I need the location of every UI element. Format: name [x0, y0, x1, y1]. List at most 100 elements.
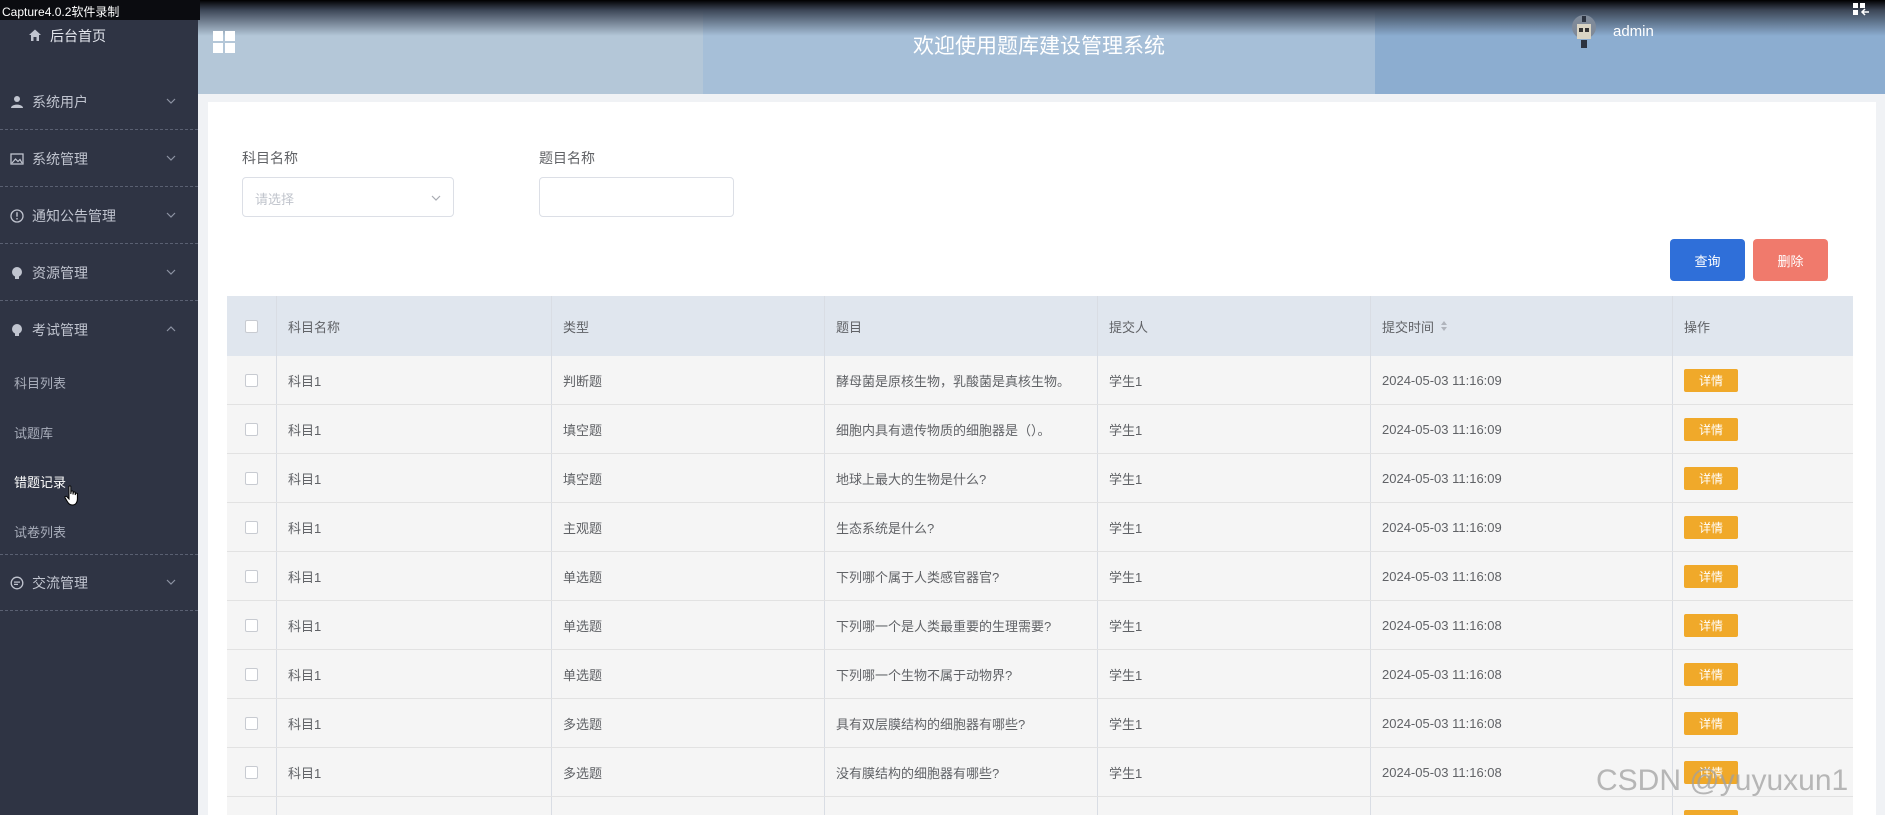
table-row: 科目1 多选题 具有双层膜结构的细胞器有哪些? 学生1 2024-05-03 11:16… [227, 699, 1853, 748]
fullscreen-exit-icon[interactable] [1851, 2, 1873, 18]
table-cell-question: 下列哪一个生物不属于动物界? [825, 650, 1098, 698]
row-checkbox[interactable] [245, 471, 258, 485]
row-checkbox[interactable] [245, 422, 258, 436]
chat-icon [9, 575, 25, 591]
table-cell-subject: 科目1 [277, 503, 552, 551]
avatar[interactable] [1568, 14, 1600, 50]
table-cell-question: 猫是哺乳动物吗? [825, 797, 1098, 815]
subject-label: 科目名称 [242, 150, 298, 166]
table-cell-submitter: 学生1 [1098, 356, 1371, 404]
table-cell-submitter: 学生1 [1098, 454, 1371, 502]
row-checkbox[interactable] [245, 667, 258, 681]
sidebar-home-label: 后台首页 [50, 28, 106, 44]
table-cell-subject: 科目1 [277, 650, 552, 698]
subject-select-placeholder: 请选择 [255, 192, 295, 207]
detail-button[interactable]: 详情 [1684, 515, 1738, 539]
sort-icon[interactable] [1440, 320, 1448, 332]
detail-button[interactable]: 详情 [1684, 662, 1738, 686]
chevron-down-icon [166, 98, 176, 104]
table-row: 科目1 主观题 生态系统是什么? 学生1 2024-05-03 11:16:09 详情 [227, 503, 1853, 552]
detail-button[interactable]: 详情 [1684, 466, 1738, 490]
row-checkbox[interactable] [245, 569, 258, 583]
table-cell-type: 填空题 [552, 405, 825, 453]
sidebar-item-label: 系统用户 [32, 93, 88, 110]
table-cell-submitter: 学生1 [1098, 503, 1371, 551]
bulb-icon [9, 322, 25, 338]
table-cell-submitter: 学生1 [1098, 748, 1371, 796]
table-cell-subject: 科目1 [277, 797, 552, 815]
query-button[interactable]: 查询 [1670, 239, 1745, 281]
row-checkbox[interactable] [245, 520, 258, 534]
sidebar-subitem-subject-list[interactable]: 科目列表 [14, 373, 66, 392]
detail-button[interactable]: 详情 [1684, 613, 1738, 637]
delete-button[interactable]: 删除 [1753, 239, 1828, 281]
table-cell-submitter: 学生1 [1098, 601, 1371, 649]
sidebar-item-label: 考试管理 [32, 322, 88, 338]
table-cell-type: 单选题 [552, 601, 825, 649]
sidebar-subitem-paper-list[interactable]: 试卷列表 [14, 522, 66, 541]
sidebar-item-system-management[interactable]: 系统管理 [0, 131, 198, 187]
watermark: CSDN @yuyuxun1 [1596, 764, 1849, 797]
table-cell-question: 酵母菌是原核生物，乳酸菌是真核生物。 [825, 356, 1098, 404]
sidebar-item-label: 交流管理 [32, 574, 88, 591]
table-row: 科目1 单选题 下列哪一个是人类最重要的生理需要? 学生1 2024-05-03 11:… [227, 601, 1853, 650]
row-checkbox[interactable] [245, 716, 258, 730]
table-cell-time: 2024-05-03 11:16:08 [1371, 650, 1673, 698]
detail-button[interactable]: 详情 [1684, 368, 1738, 392]
table-cell-time: 2024-05-03 11:16:08 [1371, 797, 1673, 815]
column-header: 操作 [1684, 319, 1711, 335]
sidebar-item-resource-management[interactable]: 资源管理 [0, 245, 198, 301]
chevron-down-icon [166, 155, 176, 161]
subject-select[interactable]: 请选择 [242, 177, 454, 217]
table-cell-type: 判断题 [552, 797, 825, 815]
sidebar-subitem-question-bank[interactable]: 试题库 [14, 423, 53, 442]
table-cell-submitter: 学生1 [1098, 797, 1371, 815]
table-cell-subject: 科目1 [277, 356, 552, 404]
column-header-sortable[interactable]: 提交时间 [1371, 296, 1673, 356]
table-cell-time: 2024-05-03 11:16:08 [1371, 601, 1673, 649]
hand-cursor-icon [64, 485, 78, 506]
image-icon [9, 151, 25, 167]
table-cell-question: 地球上最大的生物是什么? [825, 454, 1098, 502]
table-cell-time: 2024-05-03 11:16:09 [1371, 503, 1673, 551]
row-checkbox[interactable] [245, 765, 258, 779]
detail-button[interactable]: 详情 [1684, 711, 1738, 735]
sidebar-item-system-users[interactable]: 系统用户 [0, 74, 198, 130]
table-row: 科目1 判断题 酵母菌是原核生物，乳酸菌是真核生物。 学生1 2024-05-03 11… [227, 356, 1853, 405]
table-cell-subject: 科目1 [277, 405, 552, 453]
column-header: 题目 [825, 296, 1098, 356]
row-checkbox[interactable] [245, 618, 258, 632]
table-cell-type: 单选题 [552, 650, 825, 698]
table-cell-question: 生态系统是什么? [825, 503, 1098, 551]
sidebar-item-exam-management[interactable]: 考试管理 [0, 302, 198, 358]
grid-menu-icon[interactable] [212, 30, 236, 54]
question-name-input[interactable] [539, 177, 734, 217]
sidebar: Capture4.0.2软件录制 后台首页 系统用户 系统管理 通知公告管理 资… [0, 0, 200, 815]
row-checkbox[interactable] [245, 373, 258, 387]
table-row: 科目1判断题猫是哺乳动物吗?学生12024-05-03 11:16:08 详情 [227, 797, 1853, 815]
chevron-down-icon [166, 269, 176, 275]
user-name[interactable]: admin [1613, 23, 1654, 40]
sidebar-subitem-wrong-questions[interactable]: 错题记录 [14, 472, 66, 491]
bulb-icon [9, 265, 25, 281]
chevron-up-icon [166, 326, 176, 332]
column-header-label: 提交时间 [1382, 319, 1435, 335]
table-cell-submitter: 学生1 [1098, 552, 1371, 600]
table-cell-time: 2024-05-03 11:16:09 [1371, 356, 1673, 404]
select-all-checkbox[interactable] [245, 319, 258, 333]
sidebar-item-notice-management[interactable]: 通知公告管理 [0, 188, 198, 244]
table-cell-time: 2024-05-03 11:16:09 [1371, 454, 1673, 502]
detail-button[interactable]: 详情 [1684, 564, 1738, 588]
table-cell-submitter: 学生1 [1098, 650, 1371, 698]
detail-button[interactable]: 详情 [1684, 417, 1738, 441]
info-icon [9, 208, 25, 224]
column-header: 提交人 [1098, 296, 1371, 356]
table-cell-submitter: 学生1 [1098, 405, 1371, 453]
sidebar-item-communication[interactable]: 交流管理 [0, 555, 198, 611]
detail-button[interactable]: 详情 [1684, 809, 1738, 815]
column-header: 类型 [552, 296, 825, 356]
sidebar-home[interactable]: 后台首页 [28, 24, 106, 48]
chevron-down-icon [166, 579, 176, 585]
table-header: 科目名称 类型 题目 提交人 提交时间 操作 [227, 296, 1853, 356]
table-cell-time: 2024-05-03 11:16:09 [1371, 405, 1673, 453]
